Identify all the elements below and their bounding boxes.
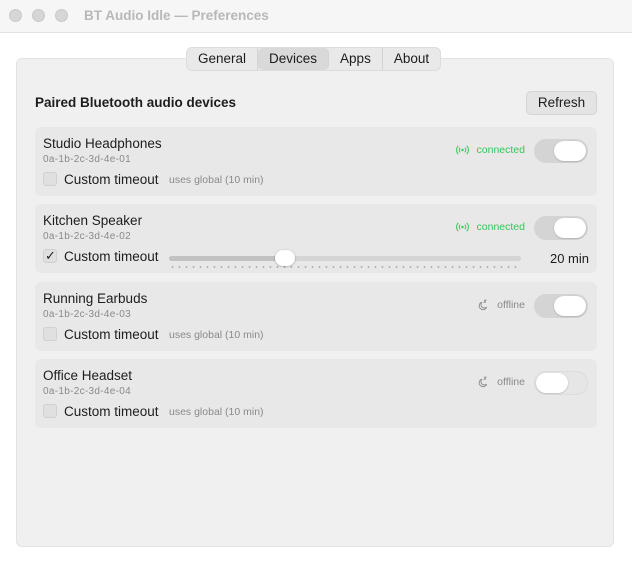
tab-apps[interactable]: Apps (329, 48, 383, 70)
device-card-studio-headphones: Studio Headphones 0a-1b-2c-3d-4e-01 conn… (35, 127, 597, 196)
toggle-knob (536, 373, 568, 393)
device-status: offline (477, 376, 525, 388)
timeout-note: uses global (10 min) (169, 406, 264, 418)
device-name: Kitchen Speaker (43, 213, 143, 228)
timeout-value: 20 min (549, 251, 589, 266)
slider-ticks (169, 266, 521, 268)
device-name: Running Earbuds (43, 291, 148, 306)
custom-timeout-checkbox[interactable] (43, 327, 57, 341)
device-card-running-earbuds: Running Earbuds 0a-1b-2c-3d-4e-03 offlin… (35, 282, 597, 351)
device-status-label: offline (497, 299, 525, 311)
minimize-window-button[interactable] (32, 9, 45, 22)
device-enable-toggle[interactable] (534, 371, 588, 395)
device-status-label: connected (476, 144, 525, 156)
device-enable-toggle[interactable] (534, 294, 588, 318)
tab-about[interactable]: About (383, 48, 440, 70)
device-address: 0a-1b-2c-3d-4e-02 (43, 231, 131, 242)
device-card-office-headset: Office Headset 0a-1b-2c-3d-4e-04 offline… (35, 359, 597, 428)
checkmark-icon: ✓ (45, 248, 56, 263)
custom-timeout-label: Custom timeout (64, 249, 159, 264)
signal-waves-icon (455, 222, 469, 232)
timeout-slider[interactable] (169, 250, 521, 268)
slider-thumb[interactable] (275, 250, 296, 266)
timeout-note: uses global (10 min) (169, 329, 264, 341)
custom-timeout-label: Custom timeout (64, 404, 159, 419)
slider-fill (169, 256, 286, 261)
device-status: connected (455, 144, 525, 156)
custom-timeout-label: Custom timeout (64, 172, 159, 187)
custom-timeout-checkbox[interactable] (43, 172, 57, 186)
device-status-label: offline (497, 376, 525, 388)
tab-general[interactable]: General (187, 48, 259, 70)
refresh-button[interactable]: Refresh (526, 91, 597, 115)
custom-timeout-checkbox[interactable]: ✓ (43, 248, 57, 263)
device-name: Studio Headphones (43, 136, 162, 151)
tab-bar: General Devices Apps About (186, 47, 442, 71)
title-bar: BT Audio Idle — Preferences (0, 0, 632, 33)
timeout-note: uses global (10 min) (169, 174, 264, 186)
window-title: BT Audio Idle — Preferences (84, 8, 269, 23)
toggle-knob (554, 141, 586, 161)
zoom-window-button[interactable] (55, 9, 68, 22)
moon-zzz-icon (477, 299, 489, 311)
tab-devices[interactable]: Devices (258, 48, 330, 70)
device-enable-toggle[interactable] (534, 139, 588, 163)
device-name: Office Headset (43, 368, 133, 383)
custom-timeout-label: Custom timeout (64, 327, 159, 342)
device-status-label: connected (476, 221, 525, 233)
device-status: offline (477, 299, 525, 311)
close-window-button[interactable] (9, 9, 22, 22)
device-status: connected (455, 221, 525, 233)
device-address: 0a-1b-2c-3d-4e-01 (43, 154, 131, 165)
device-address: 0a-1b-2c-3d-4e-04 (43, 386, 131, 397)
toggle-knob (554, 218, 586, 238)
custom-timeout-checkbox[interactable] (43, 404, 57, 418)
signal-waves-icon (455, 145, 469, 155)
device-enable-toggle[interactable] (534, 216, 588, 240)
section-title: Paired Bluetooth audio devices (35, 95, 237, 110)
moon-zzz-icon (477, 376, 489, 388)
device-card-kitchen-speaker: Kitchen Speaker 0a-1b-2c-3d-4e-02 connec… (35, 204, 597, 273)
device-address: 0a-1b-2c-3d-4e-03 (43, 309, 131, 320)
toggle-knob (554, 296, 586, 316)
